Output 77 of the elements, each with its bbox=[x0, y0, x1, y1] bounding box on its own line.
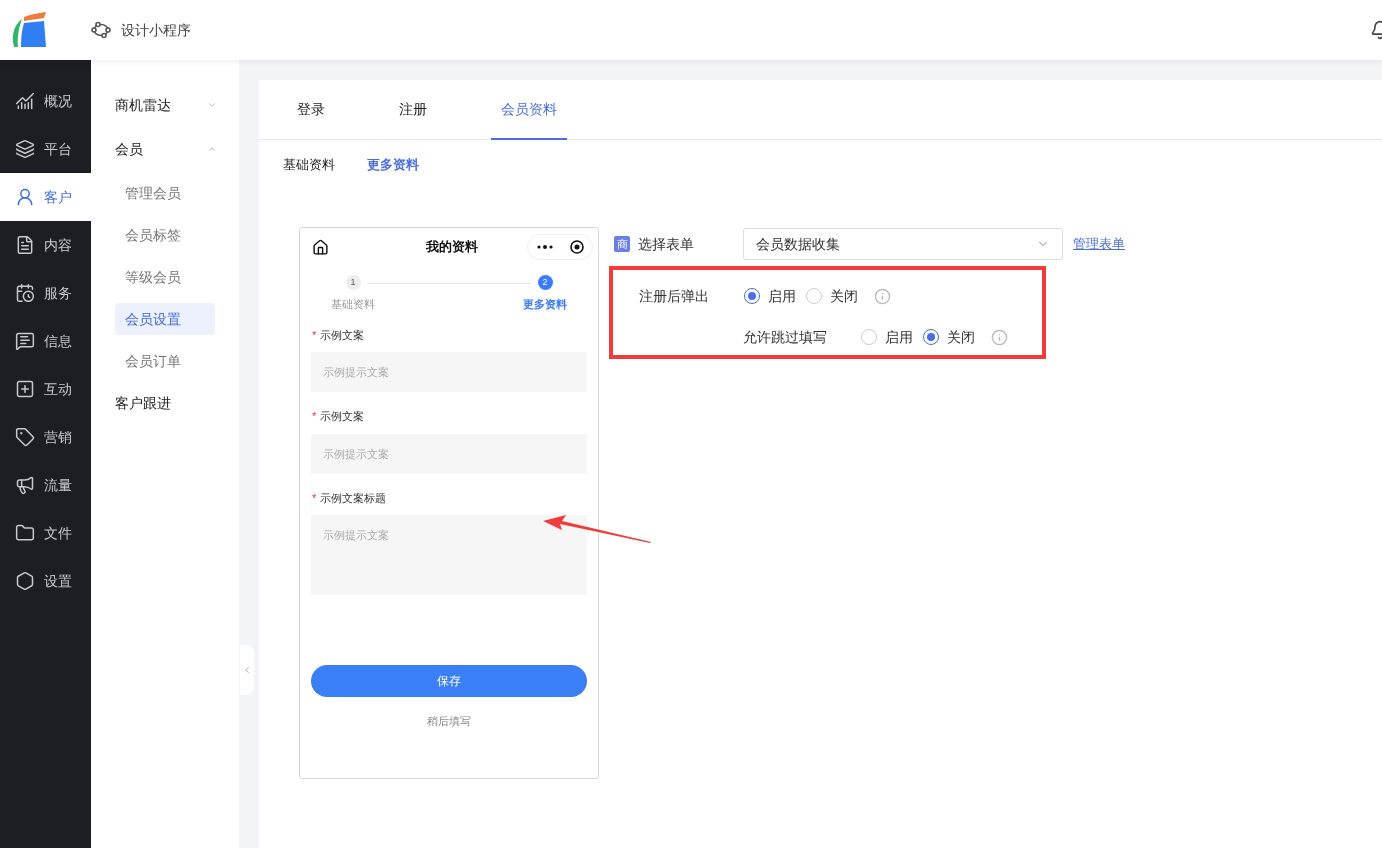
radio-option[interactable]: 关闭 bbox=[806, 285, 858, 307]
step-number: 2 bbox=[537, 275, 553, 290]
menu-group[interactable]: 商机雷达 bbox=[91, 84, 239, 126]
required-mark: * bbox=[312, 490, 317, 506]
form-select[interactable]: 会员数据收集 bbox=[743, 228, 1063, 260]
collapse-handle[interactable] bbox=[240, 645, 254, 695]
submenu-item[interactable]: 管理会员 bbox=[115, 177, 215, 209]
document-icon bbox=[15, 235, 35, 255]
option-label: 允许跳过填写 bbox=[743, 327, 828, 347]
page-title: 我的资料 bbox=[426, 238, 478, 257]
sidebar-item[interactable]: 概况 bbox=[0, 77, 91, 125]
calendar-clock-icon bbox=[15, 283, 35, 303]
radio-option[interactable]: 关闭 bbox=[923, 326, 975, 348]
required-mark: * bbox=[312, 327, 317, 343]
megaphone-icon bbox=[15, 475, 35, 495]
sidebar-item[interactable]: 互动 bbox=[0, 365, 91, 413]
app-title: 设计小程序 bbox=[121, 20, 191, 40]
tab[interactable]: 登录 bbox=[287, 80, 335, 140]
sidebar-item[interactable]: 平台 bbox=[0, 125, 91, 173]
radio-option[interactable]: 启用 bbox=[744, 285, 796, 307]
logo bbox=[10, 11, 48, 49]
step-label: 基础资料 bbox=[331, 297, 375, 312]
sidebar-item[interactable]: 流量 bbox=[0, 461, 91, 509]
submenu-item[interactable]: 会员订单 bbox=[115, 345, 215, 377]
sidebar-item[interactable]: 文件 bbox=[0, 509, 91, 557]
radio-label: 关闭 bbox=[947, 327, 975, 347]
sidebar-item[interactable]: 内容 bbox=[0, 221, 91, 269]
later-link[interactable]: 稍后填写 bbox=[427, 713, 471, 730]
info-icon[interactable] bbox=[874, 287, 891, 305]
required-mark: * bbox=[312, 409, 317, 424]
step-number: 1 bbox=[345, 275, 361, 290]
field-label: 示例文案 bbox=[320, 327, 365, 343]
message-icon bbox=[15, 331, 35, 351]
radio-label: 启用 bbox=[885, 327, 913, 347]
subtab[interactable]: 基础资料 bbox=[283, 155, 335, 175]
field-label: 示例文案 bbox=[320, 409, 365, 424]
submenu-item[interactable]: 会员标签 bbox=[115, 219, 215, 251]
menu-group[interactable]: 客户跟进 bbox=[91, 382, 239, 424]
radio-option[interactable]: 启用 bbox=[861, 326, 913, 348]
textarea-field[interactable]: 示例提示文案 bbox=[311, 515, 587, 595]
user-icon bbox=[15, 187, 35, 207]
menu-group[interactable]: 会员 bbox=[91, 128, 239, 170]
chart-icon bbox=[15, 91, 35, 111]
plus-square-icon bbox=[15, 379, 35, 399]
select-label: 选择表单 bbox=[638, 234, 695, 254]
chevron-left-icon bbox=[242, 665, 252, 675]
field-label: 示例文案标题 bbox=[320, 490, 387, 506]
submenu-item[interactable]: 会员设置 bbox=[115, 303, 215, 335]
step-label: 更多资料 bbox=[523, 297, 567, 312]
tab[interactable]: 注册 bbox=[389, 80, 437, 140]
sidebar-item[interactable]: 信息 bbox=[0, 317, 91, 365]
form-badge: 商 bbox=[614, 236, 630, 252]
option-label: 注册后弹出 bbox=[639, 286, 710, 306]
radio-label: 关闭 bbox=[830, 286, 858, 306]
tag-icon bbox=[15, 427, 35, 447]
target-icon bbox=[569, 240, 584, 254]
save-button[interactable]: 保存 bbox=[311, 665, 587, 697]
tab[interactable]: 会员资料 bbox=[491, 80, 567, 140]
sidebar-item[interactable]: 客户 bbox=[0, 173, 91, 221]
settings-icon bbox=[15, 571, 35, 591]
folder-icon bbox=[15, 523, 35, 543]
layers-icon bbox=[15, 139, 35, 159]
info-icon[interactable] bbox=[991, 328, 1008, 346]
manage-form-link[interactable]: 管理表单 bbox=[1073, 234, 1125, 254]
sidebar-item[interactable]: 营销 bbox=[0, 413, 91, 461]
submenu-item[interactable]: 等级会员 bbox=[115, 261, 215, 293]
input-field[interactable]: 示例提示文案 bbox=[311, 433, 587, 474]
caret-down-icon bbox=[207, 100, 217, 110]
caret-up-icon bbox=[207, 144, 217, 154]
home-icon bbox=[312, 238, 329, 256]
subtab[interactable]: 更多资料 bbox=[367, 155, 419, 175]
network-icon bbox=[91, 21, 111, 39]
sidebar-item[interactable]: 设置 bbox=[0, 557, 91, 605]
radio-label: 启用 bbox=[768, 286, 796, 306]
more-dots-icon bbox=[536, 245, 553, 249]
input-field[interactable]: 示例提示文案 bbox=[311, 352, 587, 392]
sidebar-item[interactable]: 服务 bbox=[0, 269, 91, 317]
